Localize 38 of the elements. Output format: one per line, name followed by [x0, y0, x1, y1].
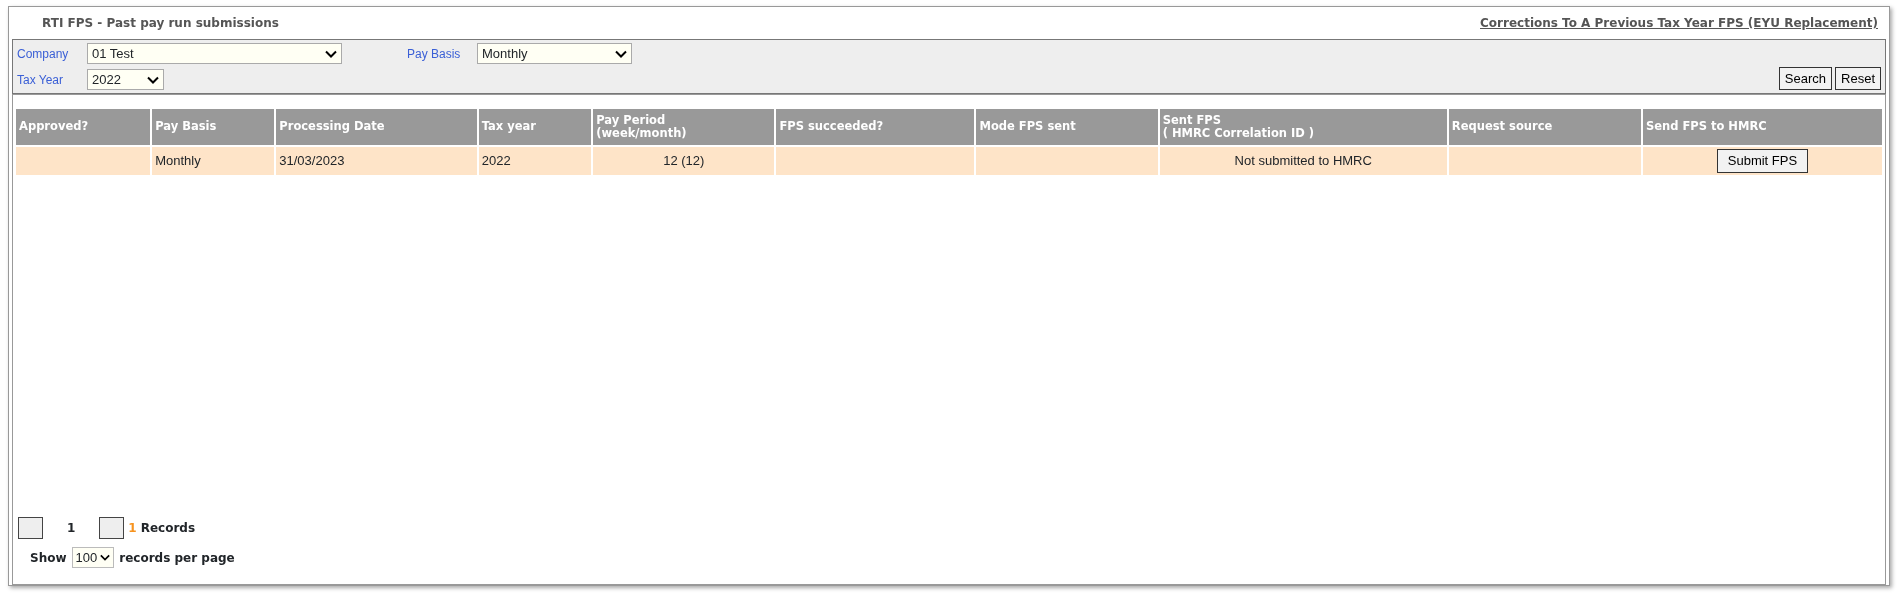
previous-page-button[interactable] — [18, 517, 43, 539]
column-header: Sent FPS ( HMRC Correlation ID ) — [1158, 108, 1448, 146]
column-header: Mode FPS sent — [975, 108, 1159, 146]
table-cell: 12 (12) — [592, 146, 776, 176]
records-label: Records — [140, 520, 196, 537]
select-field[interactable]: 2022 — [87, 69, 164, 90]
column-header: Pay Period (week/month) — [592, 108, 776, 146]
column-header: Approved? — [15, 108, 152, 146]
show-label: Show — [30, 549, 67, 567]
page-title: RTI FPS - Past pay run submissions — [42, 15, 279, 32]
filter-label: Pay Basis — [407, 45, 462, 63]
page-size-select[interactable]: 100 — [71, 547, 115, 568]
page-number[interactable]: 1 — [67, 519, 76, 537]
filter-label: Tax Year — [17, 71, 65, 89]
column-header: Tax year — [477, 108, 593, 146]
table-cell: 2022 — [477, 146, 593, 176]
corrections-link[interactable]: Corrections To A Previous Tax Year FPS (EYU Replacement) — [1480, 14, 1878, 32]
next-page-button[interactable] — [99, 517, 125, 539]
per-page-label: records per page — [119, 549, 235, 567]
column-header: Pay Basis — [151, 108, 276, 146]
column-header: Send FPS to HMRC — [1641, 108, 1883, 146]
chevron-down-icon — [615, 49, 627, 58]
chevron-down-icon — [325, 49, 337, 58]
column-header: FPS succeeded? — [775, 108, 976, 146]
submit-button[interactable]: Submit FPS — [1716, 149, 1809, 173]
filter-label: Company — [17, 45, 70, 63]
table-cell: Monthly — [151, 146, 276, 176]
table-cell: Not submitted to HMRC — [1158, 146, 1448, 176]
filter-button[interactable]: Reset — [1835, 66, 1881, 90]
chevron-down-icon — [100, 554, 111, 561]
column-header: Processing Date — [275, 108, 478, 146]
select-field[interactable]: Monthly — [477, 43, 632, 64]
chevron-down-icon — [147, 75, 159, 84]
filter-button[interactable]: Search — [1778, 66, 1833, 90]
table-cell: 31/03/2023 — [275, 146, 478, 176]
record-count: 1 — [128, 520, 137, 537]
column-header: Request source — [1447, 108, 1642, 146]
select-field[interactable]: 01 Test — [87, 43, 342, 64]
